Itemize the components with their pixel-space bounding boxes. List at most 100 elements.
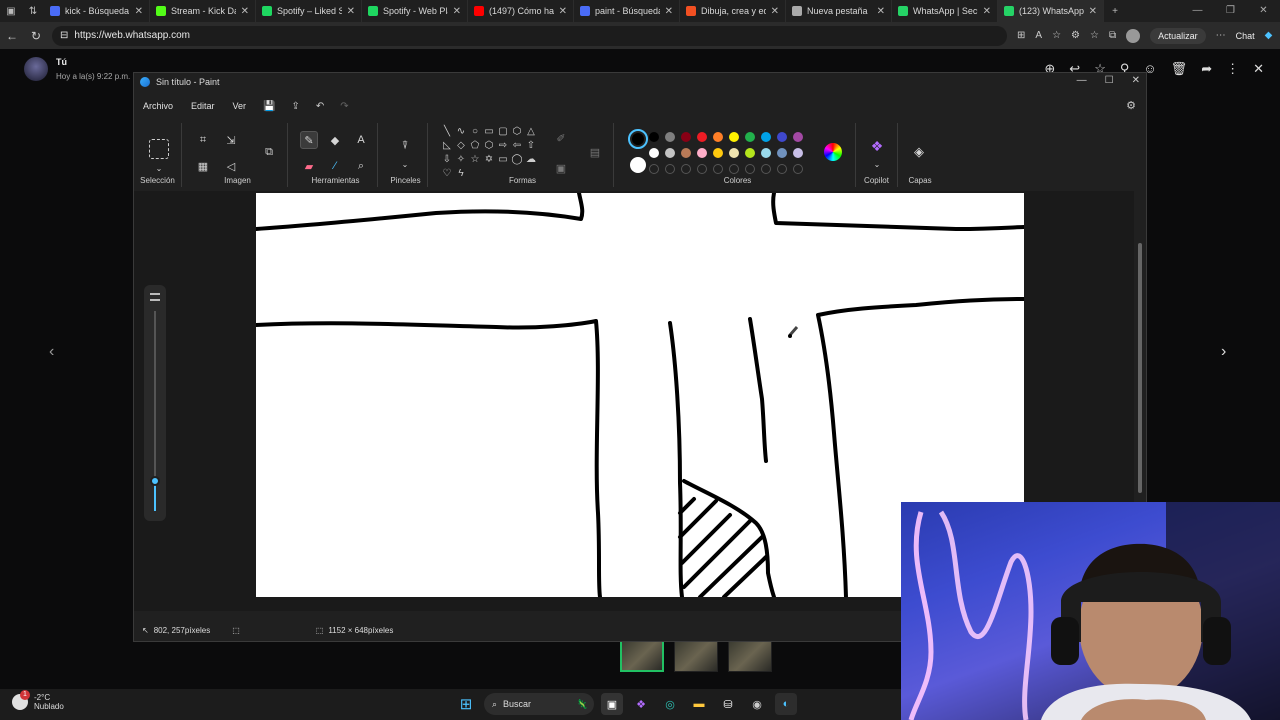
polygon-shape-icon[interactable]: ⬡ [510,125,524,139]
line-shape-icon[interactable]: ╲ [440,125,454,139]
paint-maximize-button[interactable]: ☐ [1105,75,1114,86]
arrow-up-shape-icon[interactable]: ⇧ [524,139,538,153]
shapes-gallery[interactable]: ╲ ∿ ○ ▭ ▢ ⬡ △ ◺ ◇ ⬠ ⬡ ⇨ ⇦ ⇧ ⇩ ✧ ☆ ✡ ▭ ◯ … [440,125,538,181]
previous-media-icon[interactable]: ‹ [49,343,54,361]
star5-shape-icon[interactable]: ☆ [468,153,482,167]
tab-close-icon[interactable]: ✕ [135,6,143,17]
browser-tab[interactable]: WhatsApp | Secure ✕ [892,0,998,22]
app-available-icon[interactable]: ⊞ [1017,30,1025,41]
color-swatch[interactable] [777,148,787,158]
share-icon[interactable]: ⇪ [284,101,308,112]
menu-archivo[interactable]: Archivo [134,101,182,111]
rotate-icon[interactable]: ◁ [222,157,240,175]
pentagon-shape-icon[interactable]: ⬠ [468,139,482,153]
close-viewer-icon[interactable]: ✕ [1253,61,1264,77]
color-swatch[interactable] [649,148,659,158]
browser-tab[interactable]: (1497) Cómo hace ✕ [468,0,574,22]
color-swatch[interactable] [761,148,771,158]
diamond-shape-icon[interactable]: ◇ [454,139,468,153]
chevron-down-icon[interactable]: ⌄ [396,155,414,173]
site-info-icon[interactable]: ⊟ [60,30,68,41]
custom-color-slot[interactable] [761,164,771,174]
primary-color-swatch[interactable] [628,129,648,149]
browser-tab[interactable]: Dibuja, crea y edita ✕ [680,0,786,22]
scrollbar-thumb[interactable] [1138,243,1142,493]
oval-shape-icon[interactable]: ○ [468,125,482,139]
browser-tab[interactable]: (123) WhatsApp ✕ [998,0,1104,22]
zoom-slider-knob[interactable] [150,476,160,486]
color-swatch[interactable] [665,148,675,158]
media-thumbnail[interactable] [620,640,664,672]
arrow-right-shape-icon[interactable]: ⇨ [496,139,510,153]
new-tab-button[interactable]: + [1104,0,1126,22]
custom-color-slot[interactable] [793,164,803,174]
media-thumbnail[interactable] [728,640,772,672]
right-triangle-shape-icon[interactable]: ◺ [440,139,454,153]
extensions-icon[interactable]: ⚙ [1071,30,1080,41]
custom-color-slot[interactable] [745,164,755,174]
rounded-rect-shape-icon[interactable]: ▢ [496,125,510,139]
back-button[interactable]: ← [0,29,24,43]
custom-color-slot[interactable] [729,164,739,174]
select-rectangle-icon[interactable] [149,139,169,159]
color-swatch[interactable] [729,132,739,142]
chevron-down-icon[interactable]: ⌄ [150,159,168,177]
menu-ver[interactable]: Ver [224,101,256,111]
more-options-icon[interactable]: ⋮ [1226,61,1239,77]
tab-close-icon[interactable]: ✕ [983,6,991,17]
color-picker-icon[interactable]: ⁄ [326,157,344,175]
layers-icon[interactable]: ◈ [910,143,928,161]
redo-icon[interactable]: ↷ [332,101,356,112]
tab-close-icon[interactable]: ✕ [241,6,249,17]
callout-rect-shape-icon[interactable]: ▭ [496,153,510,167]
collections-icon[interactable]: ⧉ [1109,30,1116,41]
browser-tab[interactable]: Nueva pestaña ✕ [786,0,892,22]
browser-tab[interactable]: paint - Búsqueda ✕ [574,0,680,22]
weather-widget[interactable]: 1 -2°C Nublado [12,690,64,711]
shape-style-icon[interactable]: ▤ [586,143,604,161]
paint-taskbar-icon[interactable]: ◐ [775,693,797,715]
chevron-down-icon[interactable]: ⌄ [868,155,886,173]
custom-color-slot[interactable] [777,164,787,174]
color-palette[interactable] [646,129,806,177]
resize-icon[interactable]: ⇲ [222,131,240,149]
image-select-icon[interactable]: ▦ [194,157,212,175]
more-menu-icon[interactable]: ⋯ [1216,30,1226,41]
magnifier-icon[interactable]: ⌕ [352,157,370,175]
task-view-icon[interactable]: ▣ [601,693,623,715]
curve-shape-icon[interactable]: ∿ [454,125,468,139]
color-swatch[interactable] [681,132,691,142]
minimize-window-button[interactable]: — [1181,0,1214,22]
color-swatch[interactable] [665,132,675,142]
star6-shape-icon[interactable]: ✡ [482,153,496,167]
maximize-window-button[interactable]: ❐ [1214,0,1247,22]
hexagon-shape-icon[interactable]: ⬡ [482,139,496,153]
profile-avatar[interactable] [1126,28,1141,43]
custom-color-slot[interactable] [713,164,723,174]
browser-tab[interactable]: kick - Búsqueda ✕ [44,0,150,22]
crop-icon[interactable]: ⌗ [194,131,212,149]
color-swatch[interactable] [697,132,707,142]
color-swatch[interactable] [697,148,707,158]
arrow-down-shape-icon[interactable]: ⇩ [440,153,454,167]
store-icon[interactable]: ⛁ [717,693,739,715]
taskbar-search[interactable]: ⌕ Buscar 🦎 [484,693,594,715]
color-swatch[interactable] [761,132,771,142]
tab-close-icon[interactable]: ✕ [347,6,355,17]
color-swatch[interactable] [793,148,803,158]
secondary-color-swatch[interactable] [630,157,646,173]
color-swatch[interactable] [793,132,803,142]
rectangle-shape-icon[interactable]: ▭ [482,125,496,139]
menu-editar[interactable]: Editar [182,101,224,111]
color-swatch[interactable] [681,148,691,158]
tab-close-icon[interactable]: ✕ [1089,6,1097,17]
tab-close-icon[interactable]: ✕ [771,6,779,17]
undo-icon[interactable]: ↶ [308,101,332,112]
color-swatch[interactable] [745,132,755,142]
browser-tab[interactable]: Spotify – Liked Sor ✕ [256,0,362,22]
background-remove-icon[interactable]: ⧉ [260,143,278,161]
paint-close-button[interactable]: ✕ [1132,75,1140,86]
custom-color-slot[interactable] [681,164,691,174]
custom-color-slot[interactable] [697,164,707,174]
outline-icon[interactable]: ✐ [552,129,570,147]
